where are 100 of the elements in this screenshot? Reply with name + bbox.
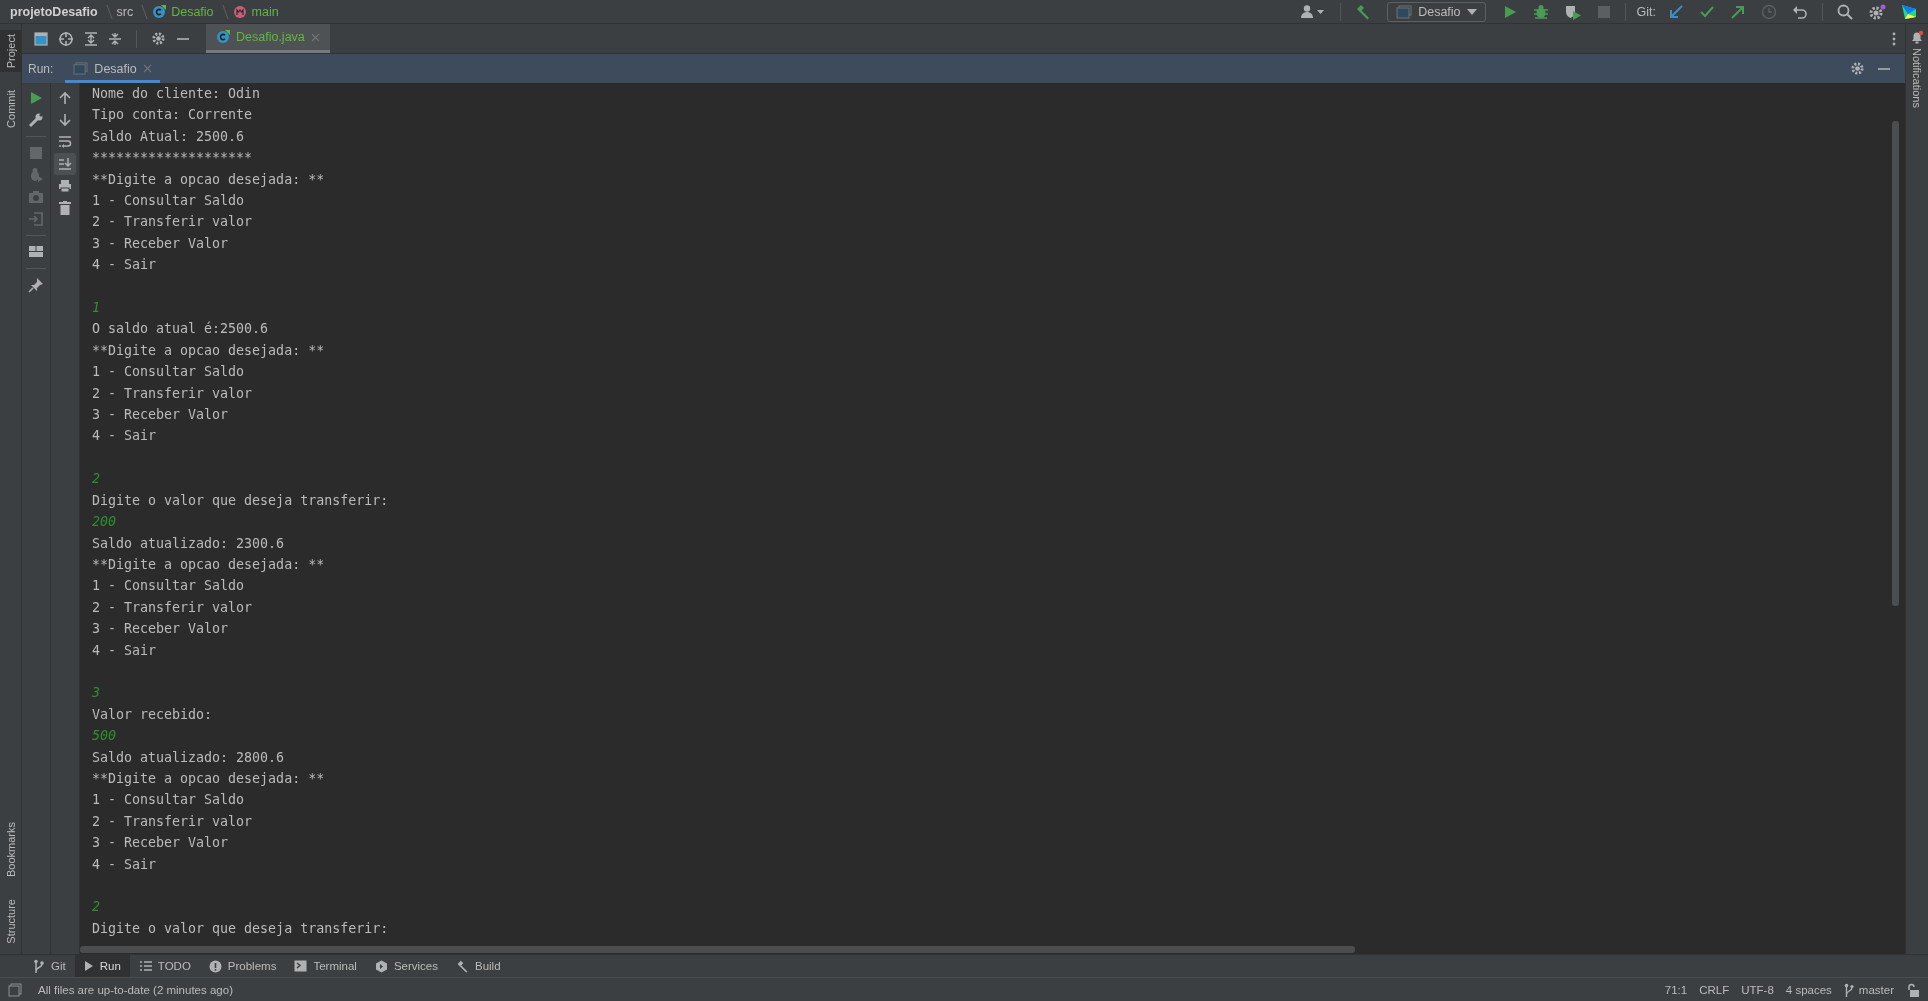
console-output-text: 2 - Transferir valor (92, 813, 253, 829)
push-arrow-icon[interactable] (1730, 3, 1746, 20)
horizontal-scrollbar[interactable] (80, 946, 1355, 953)
tool-window-tab[interactable]: Bookmarks (0, 818, 21, 882)
tool-window-tab[interactable]: Structure (0, 895, 21, 948)
console-output-text: ******************** (92, 150, 253, 166)
breadcrumb-item[interactable]: projetoDesafio (10, 4, 98, 19)
console-output-text: 3 - Receber Valor (92, 235, 229, 251)
console-input-text: 2 (92, 898, 100, 917)
console-output-text: 1 - Consultar Saldo (92, 792, 245, 808)
list-icon (138, 960, 152, 972)
breadcrumb-item[interactable]: main (251, 4, 279, 19)
class-icon (152, 4, 167, 19)
target-icon[interactable] (58, 30, 74, 47)
unlock-icon[interactable] (1906, 982, 1920, 997)
console-output-text: **Digite a opcao desejada: ** (92, 556, 325, 572)
settings-icon[interactable] (151, 31, 166, 46)
window-icon[interactable] (34, 31, 48, 46)
pin-icon[interactable] (28, 277, 44, 293)
console-output-text: **Digite a opcao desejada: ** (92, 171, 325, 187)
console-output-text: Digite o valor que deseja transferir: (92, 920, 389, 936)
caret-icon (1466, 8, 1477, 15)
tool-window-tab[interactable]: Commit (0, 86, 21, 133)
console-output-text: Saldo Atual: 2500.6 (92, 128, 245, 144)
console-output-text: 1 - Consultar Saldo (92, 193, 245, 209)
vertical-scrollbar[interactable] (1892, 121, 1899, 606)
bug-icon[interactable] (1532, 3, 1549, 20)
console-input-text: 2 (92, 470, 100, 489)
window-icon (1396, 4, 1413, 19)
tool-window-tab[interactable]: Services (365, 955, 447, 977)
console-output-text: 4 - Sair (92, 642, 157, 658)
console-output-text: Tipo conta: Corrente (92, 107, 253, 123)
wrench-icon[interactable] (28, 112, 44, 128)
editor-tab[interactable]: Desafio.java (206, 24, 330, 53)
tool-window-tab[interactable]: Build (447, 955, 510, 977)
play-icon (83, 960, 94, 972)
console-output-text: **Digite a opcao desejada: ** (92, 770, 325, 786)
console-output-text: Saldo atualizado: 2800.6 (92, 749, 285, 765)
console-output-text: Nome do cliente: Odin (92, 86, 261, 101)
console-output-text: 3 - Receber Valor (92, 835, 229, 851)
hammer-icon (456, 959, 469, 973)
layout-icon[interactable] (28, 245, 44, 259)
exclamation-icon (208, 959, 222, 973)
more-icon[interactable] (1891, 31, 1897, 46)
console-input-text: 1 (92, 299, 100, 318)
settings-icon[interactable] (1850, 61, 1865, 76)
console-output-text: 2 - Transferir valor (92, 214, 253, 230)
search-icon[interactable] (1837, 3, 1853, 20)
tool-window-tab[interactable]: TODO (129, 955, 200, 977)
console-output-text: 4 - Sair (92, 428, 157, 444)
method-icon (232, 4, 247, 19)
git-label: Git: (1636, 4, 1656, 19)
console-output-text: O saldo atual é:2500.6 (92, 321, 269, 337)
console-output-text: 2 - Transferir valor (92, 599, 253, 615)
user-icon[interactable] (1300, 3, 1327, 20)
window-icon (73, 62, 89, 75)
console-input-text: 500 (92, 728, 117, 744)
line-separator[interactable]: CRLF (1699, 983, 1730, 996)
tool-window-tab[interactable]: Problems (199, 955, 286, 977)
console-input-text: 200 (92, 514, 117, 530)
console-output-text: 1 - Consultar Saldo (92, 364, 245, 380)
layout-toggle-icon[interactable] (8, 982, 22, 997)
tool-window-tab[interactable]: Project (0, 30, 21, 73)
class-icon (216, 30, 230, 44)
collapse-all-icon[interactable] (108, 31, 122, 46)
console-output-text: 1 - Consultar Saldo (92, 578, 245, 594)
status-message: All files are up-to-date (2 minutes ago) (38, 983, 233, 996)
console-output-text: 2 - Transferir valor (92, 385, 253, 401)
breadcrumb-item[interactable]: src (116, 4, 134, 19)
console-output-text: 3 - Receber Valor (92, 621, 229, 637)
panel-label: Run: (28, 61, 54, 76)
git-branch[interactable]: master (1843, 982, 1894, 997)
tool-window-tab[interactable]: Git (24, 955, 75, 977)
expand-all-icon[interactable] (84, 31, 98, 46)
coverage-icon[interactable] (1563, 3, 1582, 20)
notifications-tab[interactable]: Notifications (1910, 24, 1924, 108)
bell-icon (1910, 30, 1924, 44)
console-output-text: 4 - Sair (92, 856, 157, 872)
run-config-dropdown[interactable]: Desafio (1387, 1, 1486, 22)
terminal-icon (294, 960, 308, 972)
console-output-text: Saldo atualizado: 2300.6 (92, 535, 285, 551)
scroll-end-icon[interactable] (54, 153, 76, 175)
console-output-text: Digite o valor que deseja transferir: (92, 492, 389, 508)
console-input-text: 3 (92, 684, 100, 703)
indent-setting[interactable]: 4 spaces (1785, 983, 1832, 996)
console-output-text: 3 - Receber Valor (92, 407, 229, 423)
console-output-text: **Digite a opcao desejada: ** (92, 342, 325, 358)
file-encoding[interactable]: UTF-8 (1741, 983, 1774, 996)
breadcrumb-item[interactable]: Desafio (171, 4, 214, 19)
branch-icon (33, 959, 45, 973)
logo-icon[interactable] (1901, 3, 1917, 20)
cursor-position[interactable]: 71:1 (1664, 983, 1688, 996)
hammer-icon[interactable] (1355, 3, 1372, 20)
branch-icon (1843, 982, 1854, 997)
update-arrow-icon[interactable] (1668, 3, 1684, 20)
settings-icon[interactable] (1868, 3, 1886, 20)
tool-window-tab[interactable]: Run (74, 955, 130, 977)
tool-window-tab[interactable]: Terminal (285, 955, 366, 977)
hexagon-icon (374, 959, 388, 973)
rerun-icon[interactable] (28, 90, 44, 106)
